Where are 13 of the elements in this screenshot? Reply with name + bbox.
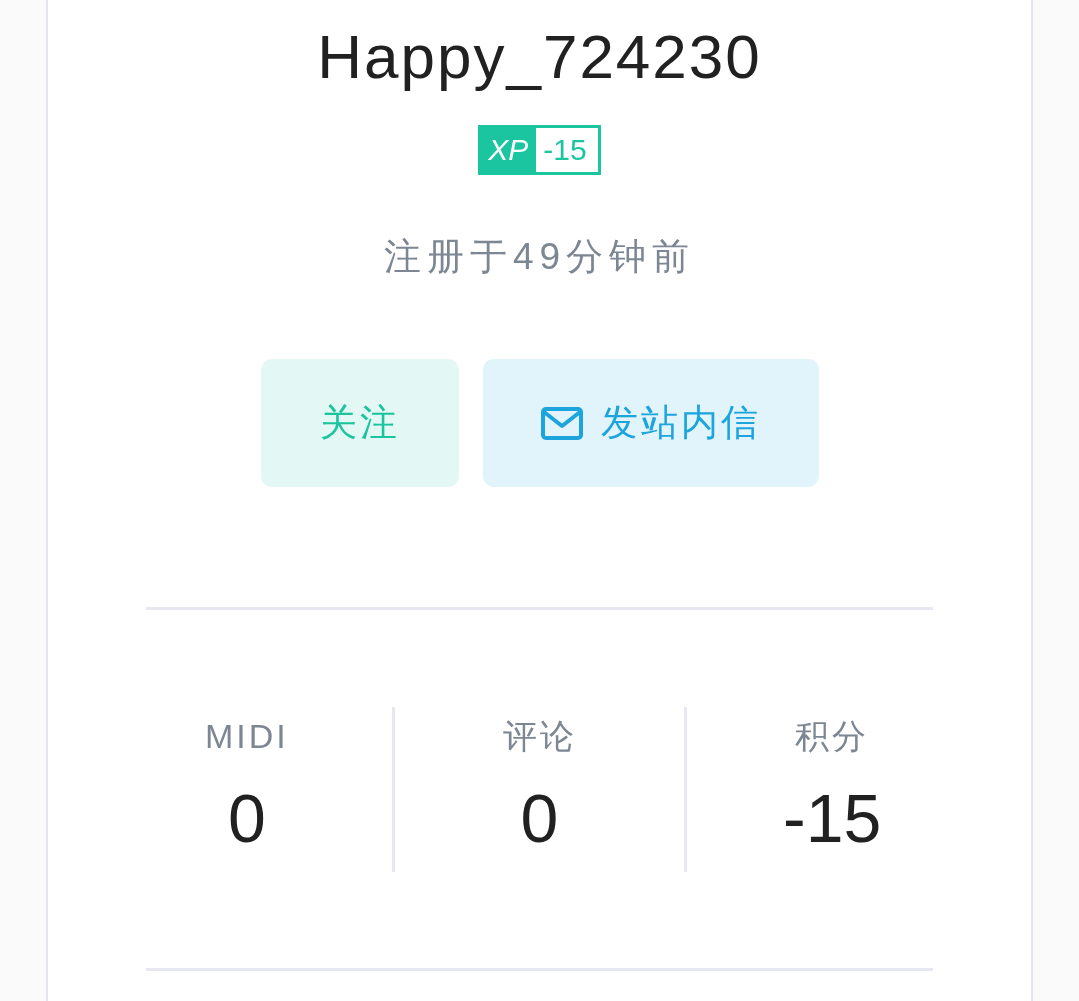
stat-label: 积分 [794, 716, 871, 756]
stat-value: 0 [226, 780, 267, 856]
stat-label: 评论 [501, 716, 578, 756]
registration-time: 注册于49分钟前 [382, 237, 697, 277]
xp-value: -15 [536, 125, 601, 175]
mail-icon [540, 406, 583, 440]
stat-value: -15 [782, 780, 883, 856]
message-button[interactable]: 发站内信 [482, 359, 819, 487]
stat-label: MIDI [203, 716, 290, 756]
stat-value: 0 [519, 780, 560, 856]
follow-button[interactable]: 关注 [260, 359, 459, 487]
username: Happy_724230 [316, 21, 763, 93]
xp-label: XP [478, 125, 537, 175]
